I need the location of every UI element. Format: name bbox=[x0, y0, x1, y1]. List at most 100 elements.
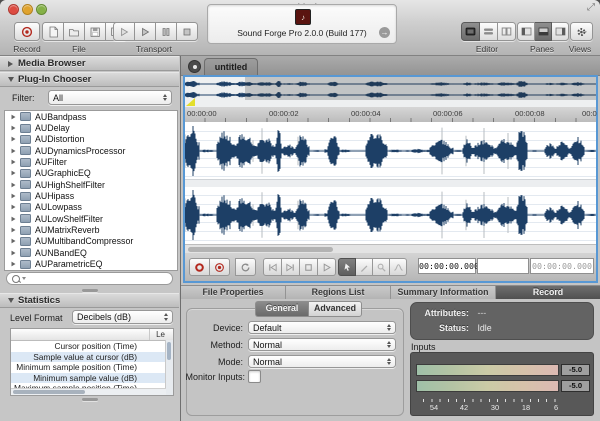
filter-dropdown[interactable]: All bbox=[48, 90, 172, 105]
scrollbar-thumb[interactable] bbox=[13, 390, 85, 394]
disclosure-triangle-icon[interactable] bbox=[12, 137, 16, 142]
scrollbar-thumb[interactable] bbox=[167, 342, 171, 360]
waveform-channel-left[interactable] bbox=[185, 123, 596, 179]
plugin-item[interactable]: AUHighShelfFilter bbox=[5, 179, 177, 190]
plugin-item[interactable]: AUMatrixReverb bbox=[5, 224, 177, 235]
disclosure-triangle-icon[interactable] bbox=[12, 114, 16, 119]
disclosure-triangle-icon[interactable] bbox=[12, 160, 16, 165]
go-to-end-button[interactable] bbox=[282, 258, 300, 276]
plugin-item[interactable]: AUParametricEQ bbox=[5, 258, 177, 269]
pane-left-button[interactable] bbox=[517, 22, 535, 41]
expanded-triangle-icon[interactable] bbox=[8, 77, 14, 82]
disclosure-triangle-icon[interactable] bbox=[12, 148, 16, 153]
document-tab[interactable]: untitled bbox=[204, 58, 258, 76]
expanded-triangle-icon[interactable] bbox=[8, 298, 14, 303]
plugin-item[interactable]: AUDistortion bbox=[5, 134, 177, 145]
plugin-item[interactable]: AUDelay bbox=[5, 122, 177, 133]
method-dropdown[interactable]: Normal bbox=[248, 338, 396, 351]
disclosure-triangle-icon[interactable] bbox=[12, 205, 16, 210]
plugin-item[interactable]: AULowpass bbox=[5, 202, 177, 213]
plugin-item[interactable]: AUHipass bbox=[5, 190, 177, 201]
column-header[interactable]: Le bbox=[149, 329, 173, 340]
pause-button[interactable] bbox=[156, 22, 177, 41]
plugin-item[interactable]: AUNBandEQ bbox=[5, 247, 177, 258]
new-file-button[interactable] bbox=[42, 22, 64, 41]
fullscreen-icon[interactable]: ⤢ bbox=[587, 2, 595, 13]
play-all-button[interactable] bbox=[113, 22, 135, 41]
overview-visible-region[interactable] bbox=[245, 77, 596, 100]
statistics-header[interactable]: Statistics bbox=[0, 293, 179, 308]
monitor-inputs-checkbox[interactable] bbox=[248, 370, 261, 383]
plugin-chooser-header[interactable]: Plug-In Chooser bbox=[0, 72, 179, 87]
editor-pages-view-button[interactable] bbox=[498, 22, 516, 41]
disclosure-triangle-icon[interactable] bbox=[12, 171, 16, 176]
playback-marker-icon[interactable] bbox=[186, 98, 195, 106]
magnify-tool-button[interactable] bbox=[373, 258, 390, 276]
statistic-row[interactable]: Cursor position (Time) bbox=[11, 341, 173, 352]
record-ring-button[interactable] bbox=[189, 258, 210, 276]
record-button[interactable] bbox=[14, 22, 40, 41]
editor-waveform-button[interactable] bbox=[461, 22, 480, 41]
selection-time-display[interactable] bbox=[477, 258, 529, 274]
level-format-dropdown[interactable]: Decibels (dB) bbox=[72, 310, 173, 324]
waveform-display[interactable] bbox=[185, 122, 596, 244]
edit-tool-button[interactable] bbox=[338, 258, 356, 276]
tab-record[interactable]: Record bbox=[496, 286, 600, 300]
collapsed-triangle-icon[interactable] bbox=[8, 61, 13, 67]
statistics-table-header[interactable]: Le bbox=[11, 329, 173, 341]
statistic-row[interactable]: Minimum sample position (Time) bbox=[11, 362, 173, 373]
record-arm-button[interactable] bbox=[210, 258, 230, 276]
app-info-arrow-icon[interactable]: → bbox=[379, 27, 390, 38]
tab-advanced[interactable]: Advanced bbox=[308, 301, 362, 317]
tab-status-icon[interactable] bbox=[188, 60, 201, 73]
statistic-row[interactable]: Minimum sample value (dB) bbox=[11, 373, 173, 384]
disclosure-triangle-icon[interactable] bbox=[12, 126, 16, 131]
disclosure-triangle-icon[interactable] bbox=[12, 239, 16, 244]
editor-split-view-button[interactable] bbox=[480, 22, 498, 41]
go-to-start-button[interactable] bbox=[263, 258, 282, 276]
disclosure-triangle-icon[interactable] bbox=[12, 250, 16, 255]
disclosure-triangle-icon[interactable] bbox=[12, 216, 16, 221]
horizontal-scrollbar[interactable] bbox=[11, 388, 166, 395]
disclosure-triangle-icon[interactable] bbox=[12, 228, 16, 233]
waveform-channel-right[interactable] bbox=[185, 187, 596, 243]
plugin-item[interactable]: AULowShelfFilter bbox=[5, 213, 177, 224]
scrollbar-thumb[interactable] bbox=[188, 247, 333, 252]
open-file-button[interactable] bbox=[64, 22, 85, 41]
envelope-tool-button[interactable] bbox=[390, 258, 407, 276]
tab-summary-information[interactable]: Summary Information bbox=[391, 286, 496, 300]
overview-bar[interactable] bbox=[185, 77, 596, 108]
plugin-item[interactable]: AUMultibandCompressor bbox=[5, 236, 177, 247]
statistic-row[interactable]: Sample value at cursor (dB) bbox=[11, 352, 173, 363]
pane-resize-grip[interactable] bbox=[82, 398, 98, 401]
disclosure-triangle-icon[interactable] bbox=[12, 194, 16, 199]
plugin-item[interactable]: AUDynamicsProcessor bbox=[5, 145, 177, 156]
tab-file-properties[interactable]: File Properties bbox=[181, 286, 286, 300]
pencil-tool-button[interactable] bbox=[356, 258, 373, 276]
plugin-item[interactable]: AUGraphicEQ bbox=[5, 168, 177, 179]
stop-button[interactable] bbox=[300, 258, 318, 276]
save-button[interactable] bbox=[85, 22, 106, 41]
total-time-display[interactable]: 00:00:00.000 bbox=[530, 258, 594, 274]
plugin-item[interactable]: AUFilter bbox=[5, 156, 177, 167]
pane-bottom-button[interactable] bbox=[535, 22, 552, 41]
disclosure-triangle-icon[interactable] bbox=[12, 182, 16, 187]
plugin-item[interactable]: AUBandpass bbox=[5, 111, 177, 122]
device-dropdown[interactable]: Default bbox=[248, 321, 396, 334]
play-button[interactable] bbox=[135, 22, 156, 41]
mode-dropdown[interactable]: Normal bbox=[248, 355, 396, 368]
tab-general[interactable]: General bbox=[255, 301, 308, 317]
play-button[interactable] bbox=[318, 258, 336, 276]
media-browser-header[interactable]: Media Browser bbox=[0, 56, 179, 71]
vertical-scrollbar[interactable] bbox=[165, 340, 173, 395]
tab-regions-list[interactable]: Regions List bbox=[286, 286, 391, 300]
time-ruler[interactable]: 00:00:00 00:00:02 00:00:04 00:00:06 00:0… bbox=[185, 107, 596, 123]
loop-playback-button[interactable] bbox=[235, 258, 256, 276]
stop-button[interactable] bbox=[177, 22, 198, 41]
disclosure-triangle-icon[interactable] bbox=[12, 262, 16, 267]
cursor-time-display[interactable]: 00:00:00.000 bbox=[418, 258, 476, 274]
views-button[interactable] bbox=[570, 22, 593, 41]
pane-resize-grip[interactable] bbox=[82, 289, 98, 292]
pane-right-button[interactable] bbox=[552, 22, 569, 41]
plugin-search-input[interactable] bbox=[6, 272, 173, 285]
